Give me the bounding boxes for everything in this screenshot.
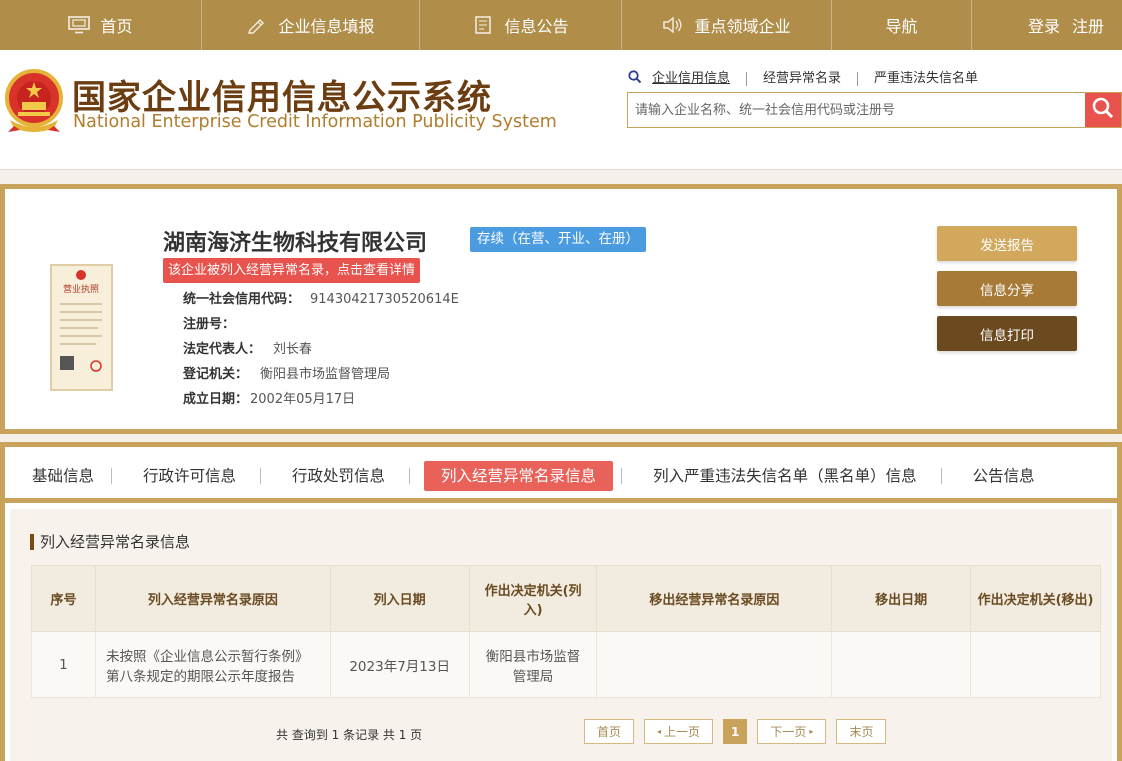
search-magnifier-icon <box>628 70 642 88</box>
field-value: 91430421730520614E <box>310 292 459 307</box>
next-page-button[interactable]: 下一页 ▸ <box>757 719 827 744</box>
tab-announcements[interactable]: 公告信息 <box>942 461 1052 491</box>
nav-label-key-sectors: 重点领域企业 <box>694 17 791 36</box>
cell-removal-reason <box>596 631 833 698</box>
column-header: 序号 <box>31 565 96 632</box>
field-reg-number: 注册号： <box>183 316 459 341</box>
prev-page-label: 上一页 <box>664 725 701 739</box>
speaker-icon <box>662 16 684 34</box>
cell-removal-authority <box>970 631 1101 698</box>
field-label: 登记机关： <box>183 367 249 382</box>
detail-tabbar: 基础信息 行政许可信息 行政处罚信息 列入经营异常名录信息 列入严重违法失信名单… <box>5 453 1117 503</box>
status-badge: 存续（在营、开业、在册） <box>470 227 646 252</box>
tab-abnormal-list[interactable]: 列入经营异常名录信息 <box>424 460 614 491</box>
nav-item-fill-info[interactable]: 企业信息填报 <box>202 0 420 50</box>
column-header: 移出日期 <box>831 565 972 632</box>
field-value: 刘长春 <box>273 342 313 357</box>
field-value: 衡阳县市场监督管理局 <box>260 367 391 382</box>
last-page-button[interactable]: 末页 <box>836 719 887 744</box>
tab-admin-license[interactable]: 行政许可信息 <box>112 461 260 491</box>
nav-label-navigation: 导航 <box>885 17 918 36</box>
national-emblem-logo <box>4 68 64 134</box>
nav-item-home[interactable]: 首页 <box>0 0 202 50</box>
field-label: 注册号： <box>183 317 236 332</box>
search-tab-blacklist[interactable]: 严重违法失信名单 <box>858 72 994 86</box>
search-icon <box>1091 96 1115 124</box>
column-header: 列入日期 <box>329 565 470 632</box>
next-page-label: 下一页 <box>770 725 807 739</box>
cell-removal-date <box>831 631 972 698</box>
abnormal-records-table: 序号 列入经营异常名录原因 列入日期 作出决定机关(列入) 移出经营异常名录原因… <box>31 565 1101 698</box>
nav-item-navigation[interactable]: 导航 <box>832 0 972 50</box>
chevron-left-icon: ◂ <box>657 727 662 736</box>
abnormal-list-alert[interactable]: 该企业被列入经营异常名录，点击查看详情 <box>163 258 421 283</box>
document-icon <box>472 16 494 34</box>
business-license-image[interactable]: 营业执照 <box>50 264 113 391</box>
site-header: 国家企业信用信息公示系统 National Enterprise Credit … <box>0 50 1122 170</box>
section-title: 列入经营异常名录信息 <box>30 534 190 550</box>
search-input[interactable] <box>628 93 1083 127</box>
share-info-button[interactable]: 信息分享 <box>937 271 1077 306</box>
nav-item-key-sectors[interactable]: 重点领域企业 <box>622 0 832 50</box>
table-header-row: 序号 列入经营异常名录原因 列入日期 作出决定机关(列入) 移出经营异常名录原因… <box>31 565 1101 632</box>
column-header: 移出经营异常名录原因 <box>596 565 833 632</box>
register-link[interactable]: 注册 <box>1072 13 1104 37</box>
field-value: 2002年05月17日 <box>250 392 356 407</box>
send-report-button[interactable]: 发送报告 <box>937 226 1077 261</box>
table-row: 1 未按照《企业信息公示暂行条例》第八条规定的期限公示年度报告 2023年7月1… <box>31 631 1101 698</box>
nav-label-home: 首页 <box>100 17 133 36</box>
field-label: 法定代表人： <box>183 342 262 357</box>
site-title-english: National Enterprise Credit Information P… <box>73 112 557 132</box>
field-label: 统一社会信用代码： <box>183 292 301 307</box>
current-page-button[interactable]: 1 <box>723 719 748 744</box>
prev-page-button[interactable]: ◂ 上一页 <box>644 719 714 744</box>
column-header: 作出决定机关(列入) <box>468 565 598 632</box>
tab-divider <box>409 467 411 484</box>
nav-label-fill-info: 企业信息填报 <box>278 17 375 36</box>
chevron-right-icon: ▸ <box>809 727 814 736</box>
cell-index: 1 <box>31 631 96 698</box>
monitor-icon <box>68 16 91 34</box>
tab-basic-info[interactable]: 基础信息 <box>15 461 111 491</box>
field-reg-authority: 登记机关： 衡阳县市场监督管理局 <box>183 366 459 391</box>
abnormal-list-section: 列入经营异常名录信息 序号 列入经营异常名录原因 列入日期 作出决定机关(列入)… <box>10 509 1112 761</box>
first-page-button[interactable]: 首页 <box>584 719 635 744</box>
pager-summary: 共 查询到 1 条记录 共 1 页 <box>276 728 423 742</box>
auth-links: 登录 注册 <box>972 0 1122 50</box>
search-type-tabs: 企业信用信息 经营异常名录 严重违法失信名单 <box>628 70 994 88</box>
pagination: 首页 ◂ 上一页 1 下一页 ▸ 末页 <box>584 719 887 744</box>
company-fields: 统一社会信用代码： 91430421730520614E 注册号： 法定代表人：… <box>183 291 459 416</box>
field-founded-date: 成立日期： 2002年05月17日 <box>183 391 459 416</box>
pen-icon <box>246 16 268 34</box>
field-legal-rep: 法定代表人： 刘长春 <box>183 341 459 366</box>
field-credit-code: 统一社会信用代码： 91430421730520614E <box>183 291 459 316</box>
cell-date: 2023年7月13日 <box>329 631 470 698</box>
nav-label-announcement: 信息公告 <box>504 17 569 36</box>
column-header: 作出决定机关(移出) <box>970 565 1101 632</box>
column-header: 列入经营异常名录原因 <box>94 565 331 632</box>
login-link[interactable]: 登录 <box>1028 13 1060 37</box>
search-tab-abnormal[interactable]: 经营异常名录 <box>747 72 859 86</box>
print-info-button[interactable]: 信息打印 <box>937 316 1077 351</box>
company-info-panel: 营业执照 湖南海济生物科技有限公司 存续（在营、开业、在册） 该企业被列入经营异… <box>0 184 1122 434</box>
detail-tabs-panel: 基础信息 行政许可信息 行政处罚信息 列入经营异常名录信息 列入严重违法失信名单… <box>0 442 1122 761</box>
field-label: 成立日期： <box>183 392 249 407</box>
tab-blacklist[interactable]: 列入严重违法失信名单（黑名单）信息 <box>622 461 941 491</box>
cell-authority: 衡阳县市场监督管理局 <box>468 631 598 698</box>
search-button[interactable] <box>1085 93 1121 127</box>
license-title: 营业执照 <box>63 283 99 295</box>
company-name: 湖南海济生物科技有限公司 <box>163 231 428 256</box>
top-nav: 首页 企业信息填报 信息公告 重点领域企业 导航 登录 注册 <box>0 0 1122 50</box>
search-tab-credit[interactable]: 企业信用信息 <box>644 72 748 86</box>
tab-admin-penalty[interactable]: 行政处罚信息 <box>261 461 409 491</box>
cell-reason: 未按照《企业信息公示暂行条例》第八条规定的期限公示年度报告 <box>94 631 331 698</box>
search-box <box>627 92 1122 128</box>
nav-item-announcement[interactable]: 信息公告 <box>420 0 622 50</box>
